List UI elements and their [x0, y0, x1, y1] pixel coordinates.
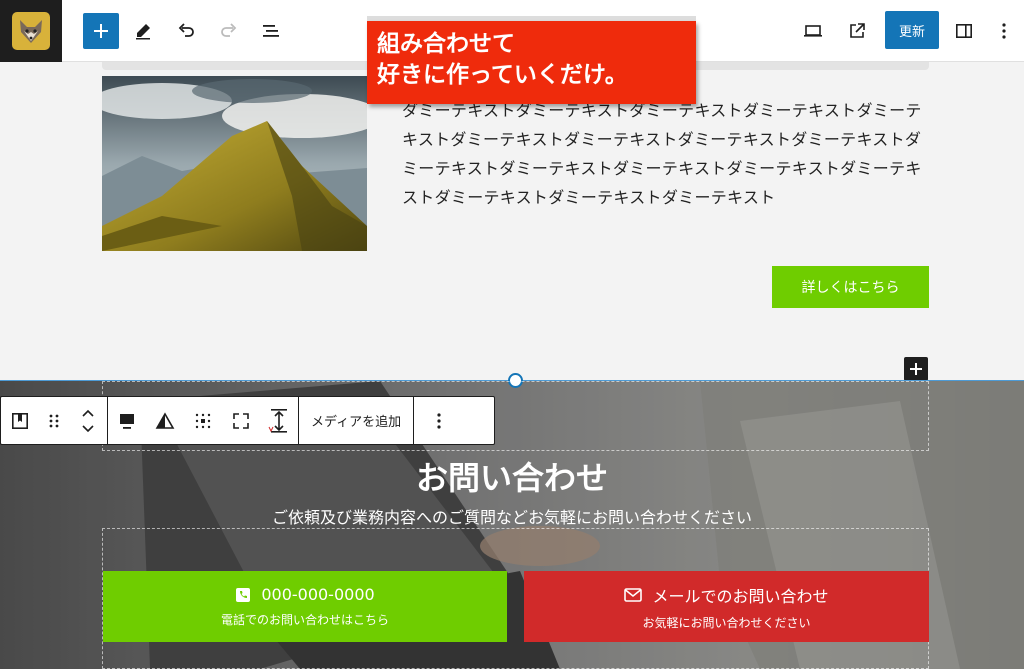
- undo-icon: [178, 23, 194, 37]
- external-link-icon: [850, 23, 865, 38]
- between-block-inserter[interactable]: [904, 357, 928, 381]
- options-button[interactable]: [988, 13, 1020, 49]
- content-position-button[interactable]: [108, 397, 146, 444]
- move-button[interactable]: [69, 397, 107, 444]
- detail-button[interactable]: 詳しくはこちら: [772, 266, 929, 308]
- tools-button[interactable]: [125, 13, 161, 49]
- block-type-button[interactable]: [1, 397, 39, 444]
- update-button[interactable]: 更新: [885, 11, 939, 49]
- phone-number: 000-000-0000: [261, 585, 375, 604]
- redo-button[interactable]: [211, 13, 247, 49]
- mail-icon: [624, 587, 643, 602]
- pen-icon: [136, 24, 150, 40]
- more-vertical-icon: [1002, 23, 1006, 39]
- height-icon: [268, 408, 287, 433]
- grid-position-button[interactable]: [184, 397, 222, 444]
- block-options-button[interactable]: [414, 397, 464, 444]
- block-toolbar-group-3: メディアを追加: [299, 397, 415, 444]
- grid-position-icon: [195, 413, 211, 428]
- duotone-button[interactable]: [146, 397, 184, 444]
- mail-caption: お気軽にお問い合わせください: [642, 615, 811, 630]
- annotation-label: 組み合わせて 好きに作っていくだけ。: [367, 21, 696, 104]
- block-toolbar-group-2: [108, 397, 299, 444]
- drag-button[interactable]: [39, 397, 69, 444]
- mail-contact-button[interactable]: メールでのお問い合わせ お気軽にお問い合わせください: [524, 571, 929, 642]
- drag-handle-icon: [49, 414, 59, 427]
- more-vertical-icon: [437, 412, 441, 429]
- plus-icon: [94, 24, 108, 38]
- desktop-preview-icon: [804, 25, 822, 37]
- cover-block-icon: [11, 412, 28, 429]
- settings-sidebar-button[interactable]: [946, 13, 982, 49]
- block-toolbar-group-4: [414, 397, 464, 444]
- phone-main-row: 000-000-0000: [235, 585, 375, 604]
- phone-caption: 電話でのお問い合わせはこちら: [220, 613, 389, 627]
- plus-icon: [910, 363, 922, 375]
- mountain-image[interactable]: [102, 76, 367, 251]
- fullscreen-icon: [233, 412, 249, 429]
- block-toolbar: メディアを追加: [0, 396, 495, 445]
- mail-label: メールでのお問い合わせ: [652, 586, 829, 606]
- min-height-button[interactable]: [260, 397, 298, 444]
- block-inserter-button[interactable]: [83, 13, 119, 49]
- mail-main-row: メールでのお問い合わせ: [624, 583, 829, 607]
- annotation-line-1: 組み合わせて: [377, 31, 515, 57]
- add-media-button[interactable]: メディアを追加: [299, 397, 413, 444]
- align-icon: [120, 413, 134, 429]
- annotation-line-2: 好きに作っていくだけ。: [377, 62, 628, 88]
- block-toolbar-group-1: [1, 397, 108, 444]
- contact-title: お問い合わせ: [415, 459, 608, 497]
- undo-button[interactable]: [168, 13, 204, 49]
- body-text: ダミーテキストダミーテキストダミーテキストダミーテキストダミーテキストダミーテキ…: [402, 101, 922, 207]
- phone-contact-button[interactable]: 000-000-0000 電話でのお問い合わせはこちら: [103, 571, 507, 642]
- list-view-icon: [263, 25, 279, 37]
- contact-subtitle: ご依頼及び業務内容へのご質問などお気軽にお問い合わせください: [271, 508, 752, 527]
- redo-icon: [221, 23, 237, 37]
- contrast-icon: [155, 411, 175, 429]
- move-up-down-icon: [82, 409, 94, 432]
- site-logo[interactable]: [0, 0, 62, 62]
- preview-button[interactable]: [795, 13, 831, 49]
- view-post-button[interactable]: [839, 13, 875, 49]
- list-view-button[interactable]: [253, 13, 289, 49]
- full-height-button[interactable]: [222, 397, 260, 444]
- phone-icon: [236, 587, 251, 602]
- sidebar-toggle-icon: [955, 23, 972, 38]
- fox-logo-icon: [12, 12, 50, 50]
